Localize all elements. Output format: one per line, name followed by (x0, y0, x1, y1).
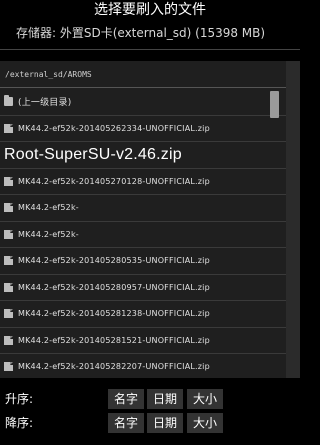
sort-desc-date-button[interactable]: 日期 (147, 413, 183, 433)
list-item[interactable]: MK44.2-ef52k- (0, 222, 286, 248)
sort-ascending-row: 升序: 名字 日期 大小 (0, 389, 300, 409)
list-item-label: Root-SuperSU-v2.46.zip (4, 145, 182, 163)
sort-descending-label: 降序: (5, 416, 34, 430)
list-item-label: MK44.2-ef52k-201405280957-UNOFFICIAL.zip (18, 282, 210, 292)
sort-ascending-label: 升序: (5, 392, 34, 406)
file-icon (4, 123, 13, 133)
sort-asc-name-button[interactable]: 名字 (108, 389, 144, 409)
file-icon (4, 229, 13, 239)
screen-title: 选择要刷入的文件 (94, 2, 206, 18)
list-item[interactable]: MK44.2-ef52k-201405281238-UNOFFICIAL.zip (0, 301, 286, 328)
sort-descending-row: 降序: 名字 日期 大小 (0, 413, 300, 433)
list-item[interactable]: MK44.2-ef52k-201405282207-UNOFFICIAL.zip (0, 354, 286, 378)
folder-icon (4, 95, 13, 107)
storage-selector[interactable]: 存储器: 外置SD卡(external_sd) (15398 MB) (16, 21, 300, 45)
file-icon (4, 256, 13, 266)
list-item-label: MK44.2-ef52k-201405280535-UNOFFICIAL.zip (18, 256, 210, 266)
sort-asc-date-button[interactable]: 日期 (147, 389, 183, 409)
list-item[interactable]: Root-SuperSU-v2.46.zip (0, 142, 286, 169)
list-item[interactable]: MK44.2-ef52k-201405281521-UNOFFICIAL.zip (0, 328, 286, 354)
file-list: (上一级目录) MK44.2-ef52k-201405262334-UNOFFI… (0, 89, 286, 378)
divider (0, 49, 300, 50)
list-item[interactable]: MK44.2-ef52k- (0, 195, 286, 222)
list-item-label: (上一级目录) (18, 98, 72, 109)
list-item-label: MK44.2-ef52k-201405281238-UNOFFICIAL.zip (18, 309, 210, 319)
list-item-label: MK44.2-ef52k-201405270128-UNOFFICIAL.zip (18, 176, 210, 186)
list-item[interactable]: MK44.2-ef52k-201405280957-UNOFFICIAL.zip (0, 275, 286, 301)
file-icon (4, 176, 13, 186)
list-item[interactable]: MK44.2-ef52k-201405262334-UNOFFICIAL.zip (0, 116, 286, 142)
sort-desc-size-button[interactable]: 大小 (187, 413, 223, 433)
file-icon (4, 282, 13, 292)
file-icon (4, 362, 13, 372)
file-icon (4, 203, 13, 213)
current-path: /external_sd/AROMS (0, 61, 286, 88)
sort-asc-size-button[interactable]: 大小 (187, 389, 223, 409)
list-item[interactable]: MK44.2-ef52k-201405280535-UNOFFICIAL.zip (0, 248, 286, 275)
file-browser-panel: /external_sd/AROMS (上一级目录) MK44.2-ef52k-… (0, 61, 286, 378)
sort-desc-name-button[interactable]: 名字 (108, 413, 144, 433)
list-item-label: MK44.2-ef52k-201405281521-UNOFFICIAL.zip (18, 335, 210, 345)
file-icon (4, 335, 13, 345)
list-item-label: MK44.2-ef52k- (18, 229, 79, 239)
file-icon (4, 309, 13, 319)
list-item-label: MK44.2-ef52k-201405282207-UNOFFICIAL.zip (18, 362, 210, 372)
scrollbar-track[interactable] (286, 61, 300, 378)
list-item-label: MK44.2-ef52k- (18, 203, 79, 213)
list-item-parent-dir[interactable]: (上一级目录) (0, 89, 286, 116)
list-item-label: MK44.2-ef52k-201405262334-UNOFFICIAL.zip (18, 123, 210, 133)
list-item[interactable]: MK44.2-ef52k-201405270128-UNOFFICIAL.zip (0, 169, 286, 195)
scrollbar-thumb[interactable] (270, 91, 279, 118)
